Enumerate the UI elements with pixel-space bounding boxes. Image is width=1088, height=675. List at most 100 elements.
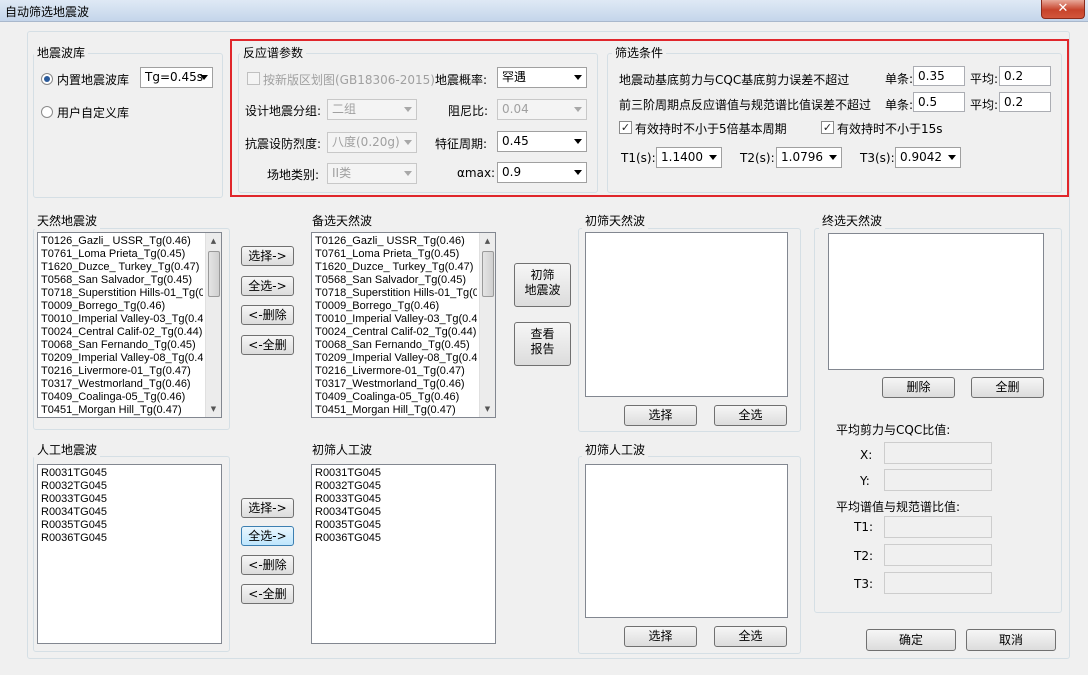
list-item[interactable]: R0031TG045	[41, 467, 218, 480]
spec-ratio-title: 平均谱值与规范谱比值:	[836, 500, 961, 514]
prelim-artificial-listbox[interactable]: R0031TG045 R0032TG045 R0033TG045 R0034TG…	[311, 464, 496, 644]
pick-all-natural-button[interactable]: 全选	[714, 405, 787, 426]
list-item[interactable]: T0024_Central Calif-02_Tg(0.44)	[315, 326, 477, 339]
view-report-line1: 查看	[530, 327, 555, 341]
remove-all-final-button[interactable]: 全删	[971, 377, 1044, 398]
natural-scrollbar[interactable]: ▲ ▼	[205, 233, 221, 417]
list-item[interactable]: T0216_Livermore-01_Tg(0.47)	[41, 365, 203, 378]
prelim-artificial-title: 初筛人工波	[309, 441, 376, 458]
builtin-library-label: 内置地震波库	[57, 73, 130, 87]
view-report-line2: 报告	[530, 342, 555, 356]
list-item[interactable]: R0035TG045	[315, 519, 492, 532]
candidate-scrollbar[interactable]: ▲ ▼	[479, 233, 495, 417]
list-item[interactable]: T0216_Livermore-01_Tg(0.47)	[315, 365, 477, 378]
list-item[interactable]: T0209_Imperial Valley-08_Tg(0.46	[315, 352, 477, 365]
candidate-group-title: 备选天然波	[309, 212, 376, 229]
final-natural-listbox[interactable]	[828, 233, 1044, 370]
ratio-x-label: X:	[860, 448, 873, 462]
prelim-natural-listbox[interactable]	[585, 232, 788, 397]
prelim-art-wave-listbox[interactable]	[585, 464, 788, 618]
list-item[interactable]: T0568_San Salvador_Tg(0.45)	[315, 274, 477, 287]
list-item[interactable]: T0068_San Fernando_Tg(0.45)	[41, 339, 203, 352]
list-item[interactable]: T0009_Borrego_Tg(0.46)	[41, 300, 203, 313]
screen-waves-line1: 初筛	[530, 268, 555, 282]
list-item[interactable]: T0568_San Salvador_Tg(0.45)	[41, 274, 203, 287]
cancel-button[interactable]: 取消	[966, 629, 1056, 651]
close-button[interactable]: ✕	[1041, 0, 1085, 19]
list-item[interactable]: T1620_Duzce_ Turkey_Tg(0.47)	[315, 261, 477, 274]
list-item[interactable]: R0032TG045	[41, 480, 218, 493]
ok-button[interactable]: 确定	[866, 629, 956, 651]
delete-natural-button[interactable]: <-删除	[241, 305, 294, 325]
tg-select[interactable]: Tg=0.45s	[140, 67, 213, 88]
list-item[interactable]: R0034TG045	[315, 506, 492, 519]
list-item[interactable]: T0024_Central Calif-02_Tg(0.44)	[41, 326, 203, 339]
list-item[interactable]: R0036TG045	[41, 532, 218, 545]
delete-all-artificial-button[interactable]: <-全删	[241, 584, 294, 604]
pick-natural-button[interactable]: 选择	[624, 405, 697, 426]
title-bar: 自动筛选地震波 ✕	[0, 0, 1088, 22]
list-item[interactable]: R0035TG045	[41, 519, 218, 532]
scroll-down-icon[interactable]: ▼	[206, 401, 221, 417]
list-item[interactable]: T0009_Borrego_Tg(0.46)	[315, 300, 477, 313]
select-artificial-button[interactable]: 选择->	[241, 498, 294, 518]
list-item[interactable]: R0031TG045	[315, 467, 492, 480]
final-natural-title: 终选天然波	[819, 212, 886, 229]
list-item[interactable]: R0033TG045	[41, 493, 218, 506]
select-all-artificial-button[interactable]: 全选->	[241, 526, 294, 546]
ratio-t2-field	[884, 544, 992, 566]
candidate-listbox[interactable]: T0126_Gazli_ USSR_Tg(0.46) T0761_Loma Pr…	[311, 232, 496, 418]
remove-final-button[interactable]: 删除	[882, 377, 955, 398]
prelim-art-wave-title: 初筛人工波	[582, 441, 649, 458]
list-item[interactable]: T0451_Morgan Hill_Tg(0.47)	[41, 404, 203, 417]
natural-group-title: 天然地震波	[34, 212, 101, 229]
list-item[interactable]: R0033TG045	[315, 493, 492, 506]
ratio-t3-field	[884, 572, 992, 594]
list-item[interactable]: T0010_Imperial Valley-03_Tg(0.45	[315, 313, 477, 326]
tg-select-value: Tg=0.45s	[145, 70, 203, 84]
list-item[interactable]: R0036TG045	[315, 532, 492, 545]
select-all-natural-button[interactable]: 全选->	[241, 276, 294, 296]
delete-artificial-button[interactable]: <-删除	[241, 555, 294, 575]
pick-artificial-button[interactable]: 选择	[624, 626, 697, 647]
artificial-group-title: 人工地震波	[34, 441, 101, 458]
custom-library-radio[interactable]	[41, 106, 53, 118]
ratio-t1-label: T1:	[854, 520, 874, 534]
list-item[interactable]: R0034TG045	[41, 506, 218, 519]
list-item[interactable]: T0409_Coalinga-05_Tg(0.46)	[41, 391, 203, 404]
scroll-thumb[interactable]	[482, 251, 494, 297]
delete-all-natural-button[interactable]: <-全删	[241, 335, 294, 355]
ratio-t3-label: T3:	[854, 577, 874, 591]
ratio-y-field	[884, 469, 992, 491]
prelim-natural-title: 初筛天然波	[582, 212, 649, 229]
list-item[interactable]: T0451_Morgan Hill_Tg(0.47)	[315, 404, 477, 417]
list-item[interactable]: T0718_Superstition Hills-01_Tg(0.	[41, 287, 203, 300]
list-item[interactable]: T0761_Loma Prieta_Tg(0.45)	[41, 248, 203, 261]
list-item[interactable]: T1620_Duzce_ Turkey_Tg(0.47)	[41, 261, 203, 274]
scroll-thumb[interactable]	[208, 251, 220, 297]
scroll-up-icon[interactable]: ▲	[480, 233, 495, 249]
natural-listbox[interactable]: T0126_Gazli_ USSR_Tg(0.46) T0761_Loma Pr…	[37, 232, 222, 418]
list-item[interactable]: T0761_Loma Prieta_Tg(0.45)	[315, 248, 477, 261]
ratio-t2-label: T2:	[854, 549, 874, 563]
builtin-library-radio[interactable]	[41, 73, 53, 85]
scroll-down-icon[interactable]: ▼	[480, 401, 495, 417]
list-item[interactable]: T0010_Imperial Valley-03_Tg(0.45	[41, 313, 203, 326]
highlight-frame	[230, 39, 1069, 197]
select-natural-button[interactable]: 选择->	[241, 246, 294, 266]
list-item[interactable]: T0718_Superstition Hills-01_Tg(0.	[315, 287, 477, 300]
list-item[interactable]: T0317_Westmorland_Tg(0.46)	[315, 378, 477, 391]
list-item[interactable]: T0068_San Fernando_Tg(0.45)	[315, 339, 477, 352]
pick-all-artificial-button[interactable]: 全选	[714, 626, 787, 647]
artificial-listbox[interactable]: R0031TG045 R0032TG045 R0033TG045 R0034TG…	[37, 464, 222, 644]
scroll-up-icon[interactable]: ▲	[206, 233, 221, 249]
list-item[interactable]: T0209_Imperial Valley-08_Tg(0.46	[41, 352, 203, 365]
list-item[interactable]: T0409_Coalinga-05_Tg(0.46)	[315, 391, 477, 404]
list-item[interactable]: T0126_Gazli_ USSR_Tg(0.46)	[315, 235, 477, 248]
list-item[interactable]: T0317_Westmorland_Tg(0.46)	[41, 378, 203, 391]
list-item[interactable]: R0032TG045	[315, 480, 492, 493]
screen-waves-button[interactable]: 初筛 地震波	[514, 263, 571, 307]
view-report-button[interactable]: 查看 报告	[514, 322, 571, 366]
chevron-down-icon	[200, 75, 208, 80]
list-item[interactable]: T0126_Gazli_ USSR_Tg(0.46)	[41, 235, 203, 248]
